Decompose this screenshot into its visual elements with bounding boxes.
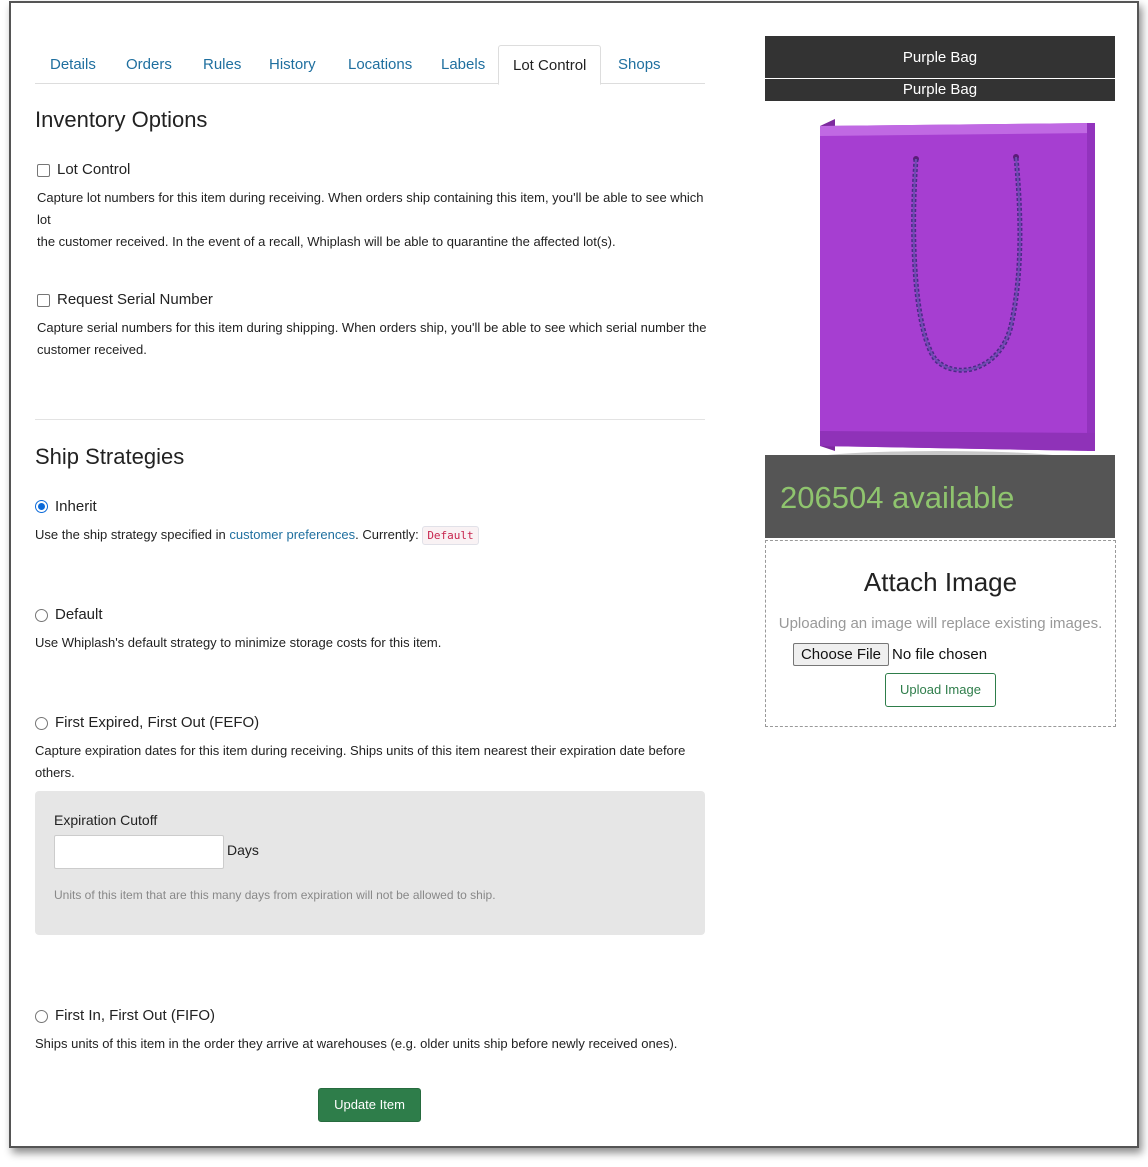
expiration-cutoff-panel: Expiration Cutoff Days Units of this ite…: [35, 791, 705, 935]
attach-image-box: Attach Image Uploading an image will rep…: [765, 540, 1116, 727]
fefo-label: First Expired, First Out (FEFO): [55, 714, 260, 731]
fefo-radio[interactable]: [35, 717, 48, 730]
tab-details[interactable]: Details: [50, 45, 96, 84]
lot-control-desc-line1: Capture lot numbers for this item during…: [37, 190, 704, 227]
section-divider: [35, 419, 705, 420]
fefo-description: Capture expiration dates for this item d…: [35, 740, 715, 784]
tab-locations[interactable]: Locations: [348, 45, 412, 84]
inherit-label: Inherit: [55, 498, 97, 515]
serial-desc-line2: customer received.: [37, 342, 147, 357]
attach-image-heading: Attach Image: [863, 567, 1018, 597]
fefo-desc-line1: Capture expiration dates for this item d…: [35, 743, 686, 758]
serial-number-checkbox[interactable]: [37, 294, 50, 307]
product-title-bottom: Purple Bag: [765, 79, 1115, 101]
serial-desc-line1: Capture serial numbers for this item dur…: [37, 320, 707, 335]
inherit-desc-prefix: Use the ship strategy specified in: [35, 527, 230, 542]
lot-control-description: Capture lot numbers for this item during…: [37, 187, 717, 253]
fifo-label: First In, First Out (FIFO): [55, 1007, 215, 1024]
expiration-cutoff-label: Expiration Cutoff: [54, 812, 158, 828]
current-strategy-code: Default: [422, 526, 479, 546]
default-label: Default: [55, 606, 103, 623]
serial-number-label: Request Serial Number: [57, 291, 213, 308]
lot-control-desc-line2: the customer received. In the event of a…: [37, 234, 616, 249]
inherit-description: Use the ship strategy specified in custo…: [35, 524, 715, 546]
tab-shops[interactable]: Shops: [618, 45, 661, 84]
expiration-cutoff-input[interactable]: [54, 835, 224, 869]
no-file-chosen-text: No file chosen: [892, 646, 988, 663]
update-item-button[interactable]: Update Item: [318, 1088, 421, 1122]
product-image: [800, 119, 1095, 471]
tab-rules[interactable]: Rules: [203, 45, 241, 84]
upload-image-button[interactable]: Upload Image: [885, 673, 996, 707]
availability-banner: 206504 available: [765, 455, 1115, 538]
inherit-desc-suffix: . Currently:: [355, 527, 423, 542]
fifo-radio[interactable]: [35, 1010, 48, 1023]
tab-lot-control[interactable]: Lot Control: [498, 45, 602, 85]
serial-number-description: Capture serial numbers for this item dur…: [37, 317, 717, 361]
ship-strategies-heading: Ship Strategies: [35, 444, 185, 469]
attach-image-hint: Uploading an image will replace existing…: [778, 615, 1103, 632]
cutoff-help-text: Units of this item that are this many da…: [54, 888, 496, 902]
fefo-desc-line2: others.: [35, 765, 75, 780]
default-radio[interactable]: [35, 609, 48, 622]
inherit-radio[interactable]: [35, 500, 48, 513]
inventory-options-heading: Inventory Options: [35, 107, 208, 132]
tab-bar: Details Orders Rules History Locations L…: [35, 45, 705, 85]
customer-preferences-link[interactable]: customer preferences: [229, 527, 355, 542]
choose-file-button[interactable]: Choose File: [793, 643, 889, 666]
product-title-top: Purple Bag: [765, 36, 1115, 78]
fifo-description: Ships units of this item in the order th…: [35, 1036, 678, 1051]
default-description: Use Whiplash's default strategy to minim…: [35, 635, 442, 650]
cutoff-unit-label: Days: [227, 842, 259, 858]
tab-labels[interactable]: Labels: [441, 45, 485, 84]
lot-control-checkbox[interactable]: [37, 164, 50, 177]
lot-control-label: Lot Control: [57, 161, 131, 178]
tab-history[interactable]: History: [269, 45, 316, 84]
tab-orders[interactable]: Orders: [126, 45, 172, 84]
